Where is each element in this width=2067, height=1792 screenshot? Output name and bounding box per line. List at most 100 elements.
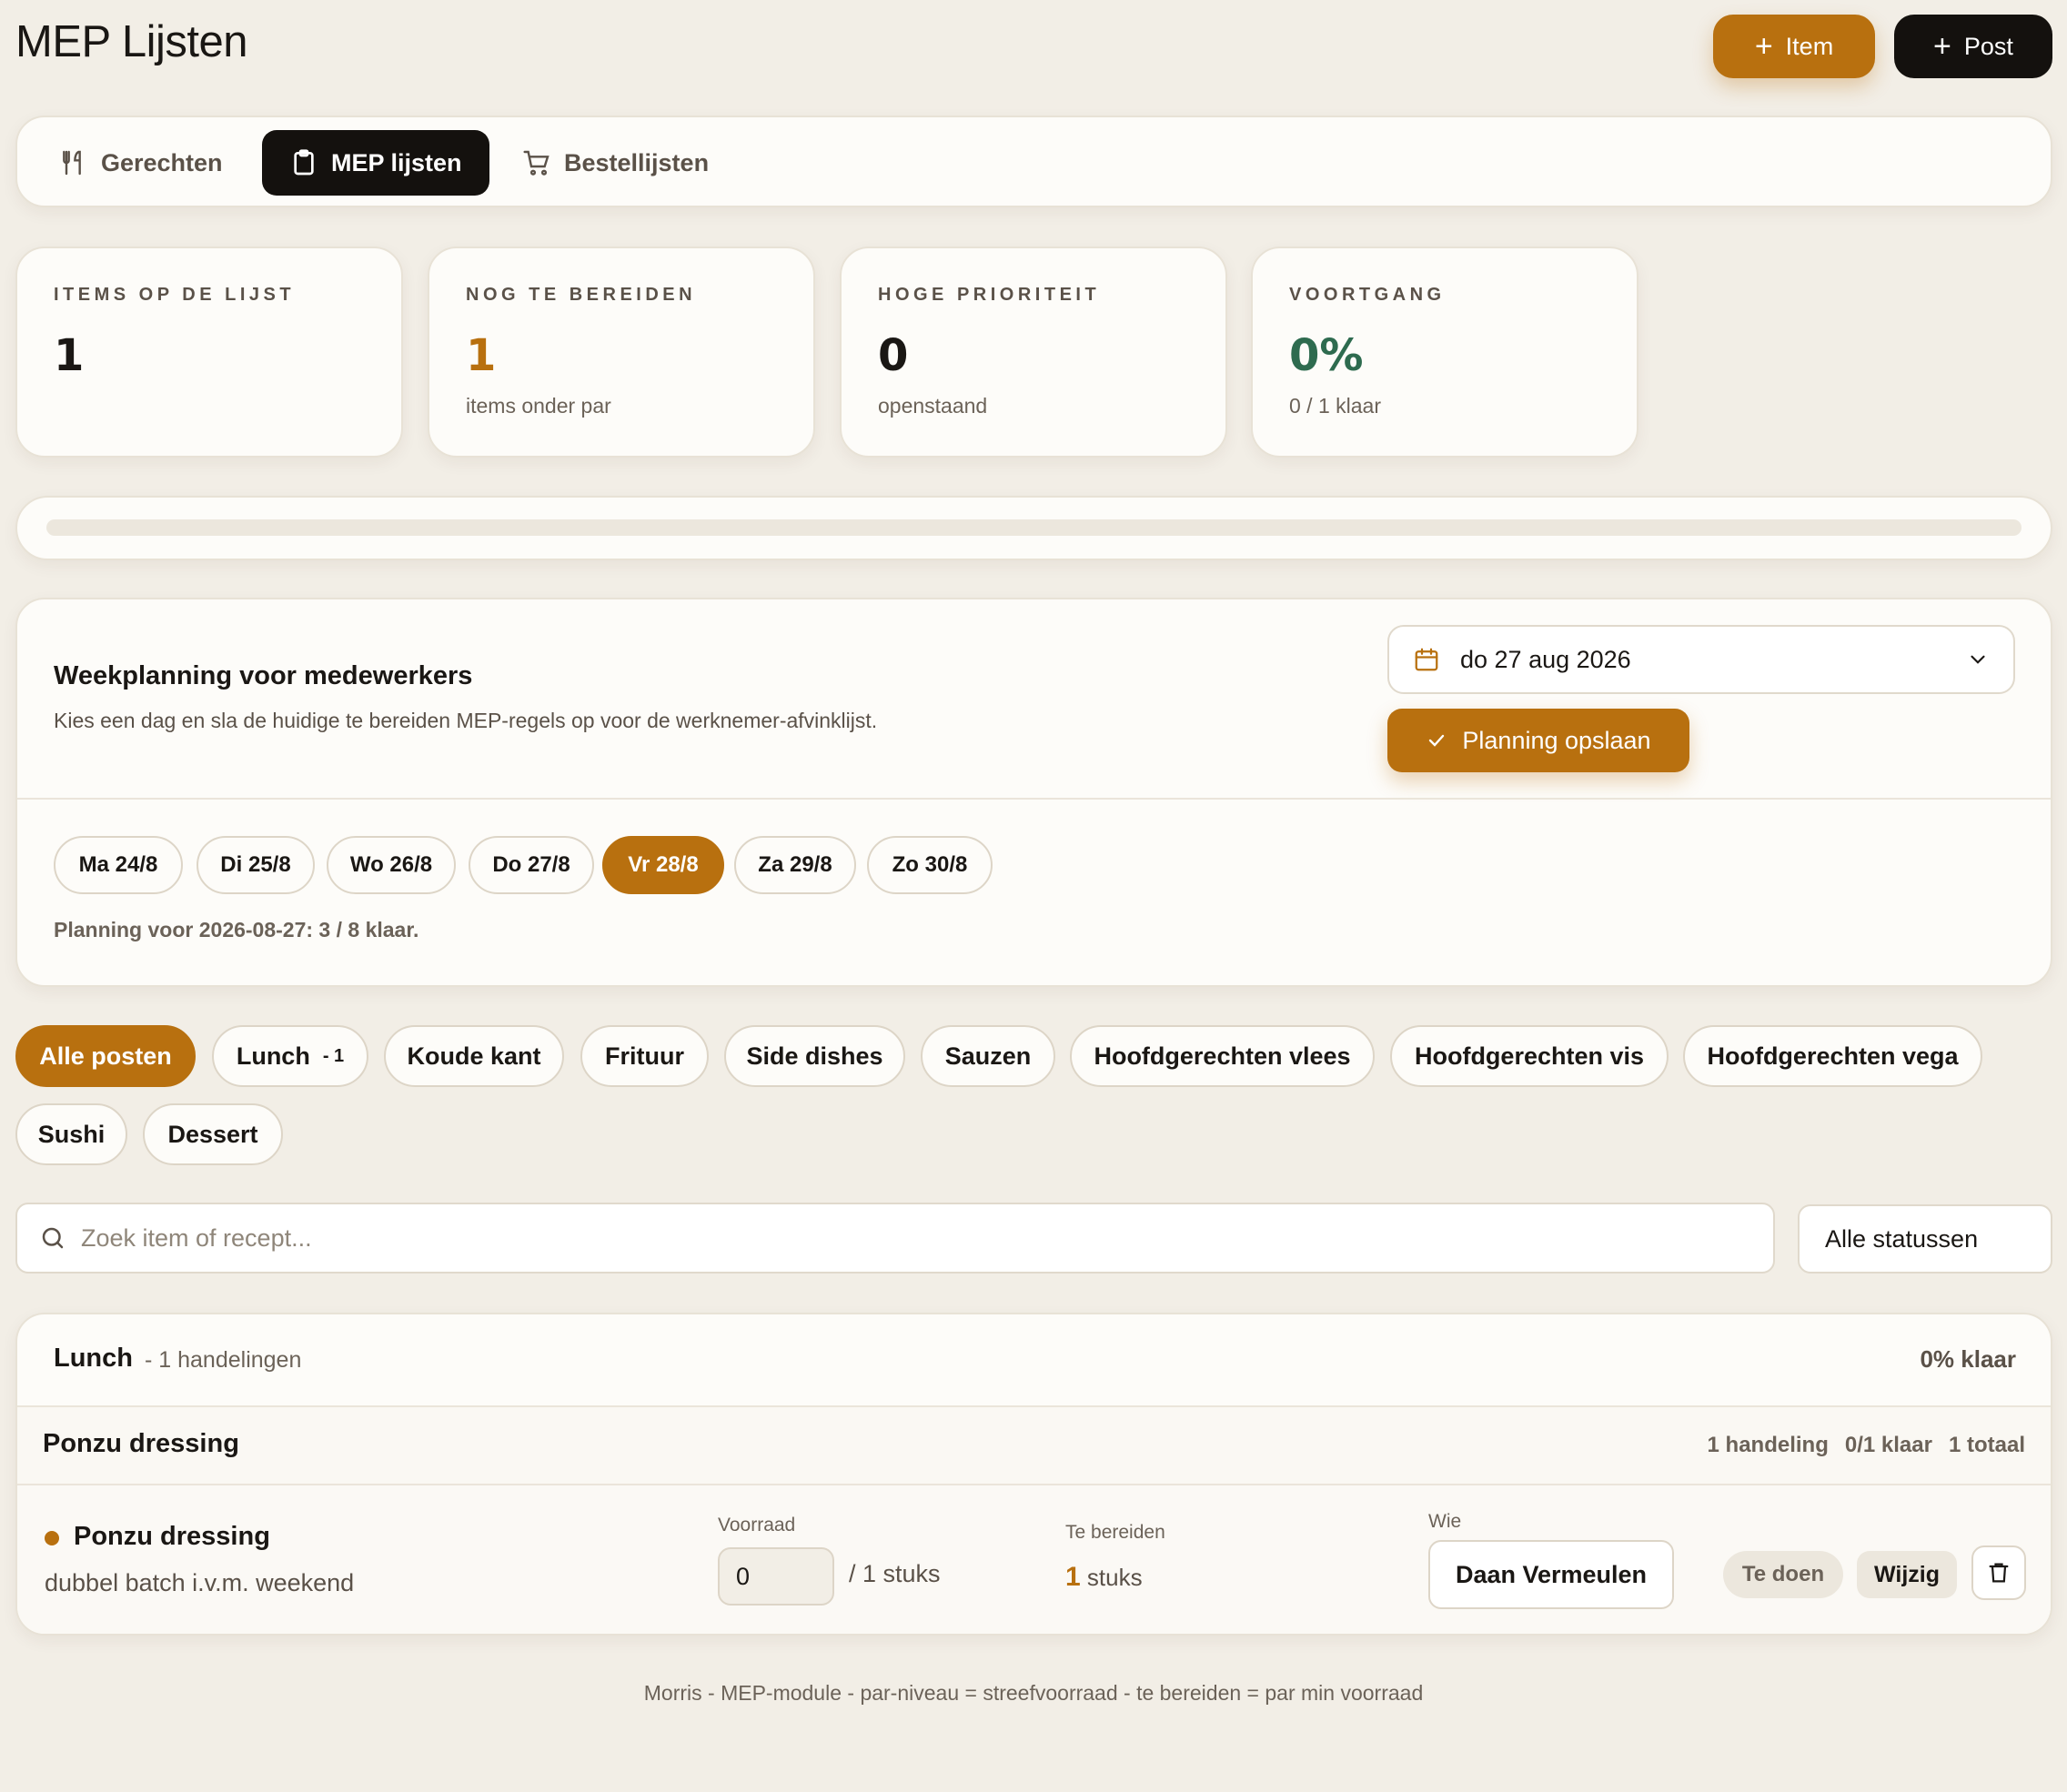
stat-high-priority: HOGE PRIORITEIT 0 openstaand [840,247,1227,458]
tab-bestellijsten[interactable]: Bestellijsten [522,130,709,196]
delete-button[interactable] [1971,1545,2026,1600]
voorraad-total: / 1 stuks [849,1560,941,1587]
mep-list-card: Lunch - 1 handelingen 0% klaar Ponzu dre… [15,1313,2052,1636]
add-post-button[interactable]: + Post [1894,15,2052,78]
page-title: MEP Lijsten [15,17,248,66]
tab-gerechten[interactable]: Gerechten [59,130,223,196]
status-badge[interactable]: Te doen [1723,1551,1843,1598]
category-sushi[interactable]: Sushi [15,1103,127,1165]
check-icon [1429,734,1445,747]
subgroup-name: Ponzu dressing [43,1429,239,1458]
edit-button[interactable]: Wijzig [1857,1551,1957,1598]
prep-value: 1 stuks [1065,1562,1143,1593]
stat-sub: openstaand [878,394,988,418]
priority-dot [45,1531,59,1545]
progress-card [15,496,2052,560]
item-name: Ponzu dressing [74,1522,270,1551]
search-box [15,1203,1775,1274]
category-hoofdgerechten-vis[interactable]: Hoofdgerechten vis [1390,1025,1669,1087]
add-item-label: Item [1785,32,1834,60]
subgroup-totaal: 1 totaal [1948,1433,2025,1457]
voorraad-label: Voorraad [718,1515,796,1535]
day-pill[interactable]: Za 29/8 [734,836,856,894]
stat-progress: VOORTGANG 0% 0 / 1 klaar [1251,247,1638,458]
category-label: Dessert [167,1120,258,1148]
prep-unit: stuks [1086,1564,1143,1591]
category-side-dishes[interactable]: Side dishes [724,1025,905,1087]
progress-bar [46,519,2022,536]
category-label: Sushi [37,1120,106,1148]
prep-amount: 1 [1065,1562,1081,1592]
category-label: Lunch [236,1042,310,1070]
category-label: Koude kant [407,1042,541,1070]
category-label: Frituur [605,1042,684,1070]
category-label: Hoofdgerechten vlees [1094,1042,1351,1070]
category-hoofdgerechten-vlees[interactable]: Hoofdgerechten vlees [1070,1025,1375,1087]
utensils-icon [63,150,81,176]
trash-icon [1989,1563,2009,1583]
stat-to-prepare: NOG TE BEREIDEN 1 items onder par [428,247,815,458]
stat-sub: items onder par [466,394,611,418]
calendar-icon [1415,648,1438,671]
save-planning-label: Planning opslaan [1462,726,1651,754]
search-icon [42,1227,64,1249]
category-dessert[interactable]: Dessert [143,1103,283,1165]
search-input[interactable] [81,1223,1628,1253]
category-count: - 1 [322,1045,345,1066]
subgroup-handeling: 1 handeling [1707,1433,1829,1457]
day-pill[interactable]: Ma 24/8 [54,836,183,894]
day-pill[interactable]: Zo 30/8 [867,836,993,894]
list-item: Ponzu dressing dubbel batch i.v.m. weeke… [17,1485,2051,1634]
subgroup-klaar: 0/1 klaar [1844,1433,1932,1457]
group-name: Lunch [54,1344,133,1373]
stat-value: 1 [54,330,85,381]
day-pill[interactable]: Di 25/8 [197,836,315,894]
category-label: Hoofdgerechten vis [1414,1042,1645,1070]
stat-value: 0% [1289,330,1364,381]
category-all[interactable]: Alle posten [15,1025,196,1087]
day-pill-active[interactable]: Vr 28/8 [602,836,724,894]
save-planning-button[interactable]: Planning opslaan [1387,709,1689,772]
status-filter-select[interactable]: Alle statussen [1798,1204,2052,1274]
tab-bestellijsten-label: Bestellijsten [564,148,710,176]
stat-sub: 0 / 1 klaar [1289,394,1381,418]
category-label: Hoofdgerechten vega [1707,1042,1959,1070]
tab-gerechten-label: Gerechten [101,148,223,176]
category-lunch[interactable]: Lunch - 1 [212,1025,368,1087]
clipboard-icon [294,149,314,176]
weekplanning-card: Weekplanning voor medewerkers Kies een d… [15,598,2052,987]
group-percent: 0% klaar [1920,1345,2016,1373]
category-label: Side dishes [746,1042,883,1070]
assignee-select[interactable]: Daan Vermeulen [1428,1540,1674,1609]
add-post-label: Post [1963,32,2013,60]
stat-label: NOG TE BEREIDEN [466,285,697,305]
category-koude-kant[interactable]: Koude kant [384,1025,564,1087]
day-pill[interactable]: Do 27/8 [469,836,594,894]
date-select[interactable]: do 27 aug 2026 [1387,625,2015,694]
stat-label: ITEMS OP DE LIJST [54,285,296,305]
category-hoofdgerechten-vega[interactable]: Hoofdgerechten vega [1683,1025,1982,1087]
date-select-value: do 27 aug 2026 [1460,645,1631,673]
plus-icon: + [1933,29,1951,64]
tab-bar: Gerechten MEP lijsten Bestellijsten [15,116,2052,207]
group-header[interactable]: Lunch - 1 handelingen 0% klaar [17,1314,2051,1405]
plus-icon: + [1754,29,1773,64]
voorraad-input[interactable]: 0 [718,1547,834,1606]
category-label: Alle posten [39,1042,172,1070]
subgroup-meta: 1 handeling 0/1 klaar 1 totaal [1708,1433,2025,1458]
tab-mep-lijsten[interactable]: MEP lijsten [262,130,489,196]
stat-label: VOORTGANG [1289,285,1446,305]
category-frituur[interactable]: Frituur [580,1025,709,1087]
who-label: Wie [1428,1511,1462,1532]
add-item-button[interactable]: + Item [1713,15,1875,78]
weekplanning-title: Weekplanning voor medewerkers [54,661,473,690]
footer-text: Morris - MEP-module - par-niveau = stree… [643,1681,1424,1705]
subgroup-header: Ponzu dressing 1 handeling 0/1 klaar 1 t… [17,1405,2051,1485]
stat-items-on-list: ITEMS OP DE LIJST 1 [15,247,403,458]
prep-label: Te bereiden [1065,1522,1165,1543]
day-pill[interactable]: Wo 26/8 [327,836,456,894]
category-sauzen[interactable]: Sauzen [921,1025,1055,1087]
divider [17,798,2051,800]
chevron-down-icon [1971,655,1985,664]
group-meta: - 1 handelingen [145,1347,302,1373]
